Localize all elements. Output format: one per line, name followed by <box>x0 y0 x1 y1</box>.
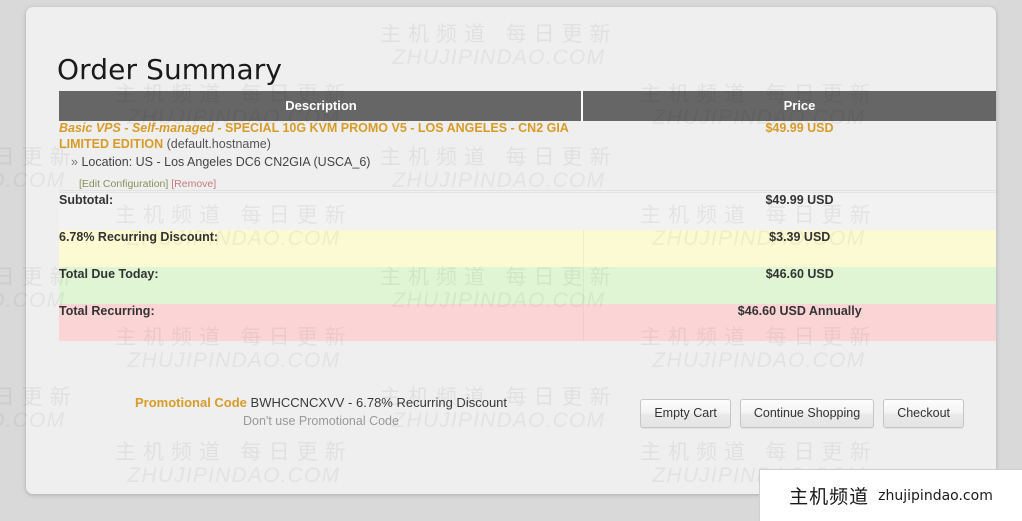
promo-code-value: BWHCCNCXVV - 6.78% Recurring Discount <box>250 395 508 410</box>
page-title: Order Summary <box>57 52 283 86</box>
product-price: $49.99 USD <box>765 121 834 135</box>
product-hostname: (default.hostname) <box>163 136 271 151</box>
subtotal-value: $49.99 USD <box>583 192 996 230</box>
continue-shopping-button[interactable]: Continue Shopping <box>739 399 875 428</box>
checkout-button[interactable]: Checkout <box>883 399 964 428</box>
discount-value: $3.39 USD <box>583 230 996 267</box>
dont-use-promo-link[interactable]: Don't use Promotional Code <box>59 414 583 428</box>
table-header: Description Price <box>59 91 996 121</box>
promotional-code-block: Promotional Code BWHCCNCXVV - 6.78% Recu… <box>59 395 583 428</box>
promo-code-label: Promotional Code <box>134 395 247 410</box>
total-due-today-label: Total Due Today: <box>59 267 584 304</box>
cart-action-buttons: Empty Cart Continue Shopping Checkout <box>640 399 964 428</box>
order-summary-card: Order Summary Description Price Basic VP… <box>26 7 996 494</box>
product-action-links: [Edit Configuration] [Remove] <box>59 178 583 190</box>
badge-domain-text: zhujipindao.com <box>878 487 993 504</box>
total-recurring-value: $46.60 USD Annually <box>583 304 996 341</box>
column-header-price: Price <box>583 91 996 121</box>
remove-item-link[interactable]: [Remove] <box>171 178 216 190</box>
discount-label: 6.78% Recurring Discount: <box>59 230 584 267</box>
order-table: Description Price Basic VPS - Self-manag… <box>59 91 996 341</box>
edit-configuration-link[interactable]: [Edit Configuration] <box>79 178 168 190</box>
promo-line: Promotional Code BWHCCNCXVV - 6.78% Recu… <box>59 395 583 410</box>
location-arrow-icon: » <box>71 155 82 169</box>
badge-chinese-text: 主机频道 <box>789 486 870 508</box>
product-location: » Location: US - Los Angeles DC6 CN2GIA … <box>59 155 583 169</box>
total-due-today-value: $46.60 USD <box>583 267 996 304</box>
product-title-italic: Basic VPS - Self-managed <box>59 121 214 135</box>
subtotal-label: Subtotal: <box>59 192 583 230</box>
total-recurring-label: Total Recurring: <box>59 304 584 341</box>
product-description-cell: Basic VPS - Self-managed - SPECIAL 10G K… <box>59 121 583 191</box>
column-header-description: Description <box>59 91 583 121</box>
product-location-text: Location: US - Los Angeles DC6 CN2GIA (U… <box>81 155 371 169</box>
table-row-subtotal: Subtotal: $49.99 USD <box>59 192 996 230</box>
product-title: Basic VPS - Self-managed - SPECIAL 10G K… <box>59 121 583 152</box>
table-row-discount: 6.78% Recurring Discount: $3.39 USD <box>59 230 996 267</box>
table-row-total-recurring: Total Recurring: $46.60 USD Annually <box>59 304 996 341</box>
table-row-product: Basic VPS - Self-managed - SPECIAL 10G K… <box>59 121 996 191</box>
site-badge: 主机频道 zhujipindao.com <box>759 469 1022 521</box>
table-row-total-due-today: Total Due Today: $46.60 USD <box>59 267 996 304</box>
empty-cart-button[interactable]: Empty Cart <box>640 399 731 428</box>
